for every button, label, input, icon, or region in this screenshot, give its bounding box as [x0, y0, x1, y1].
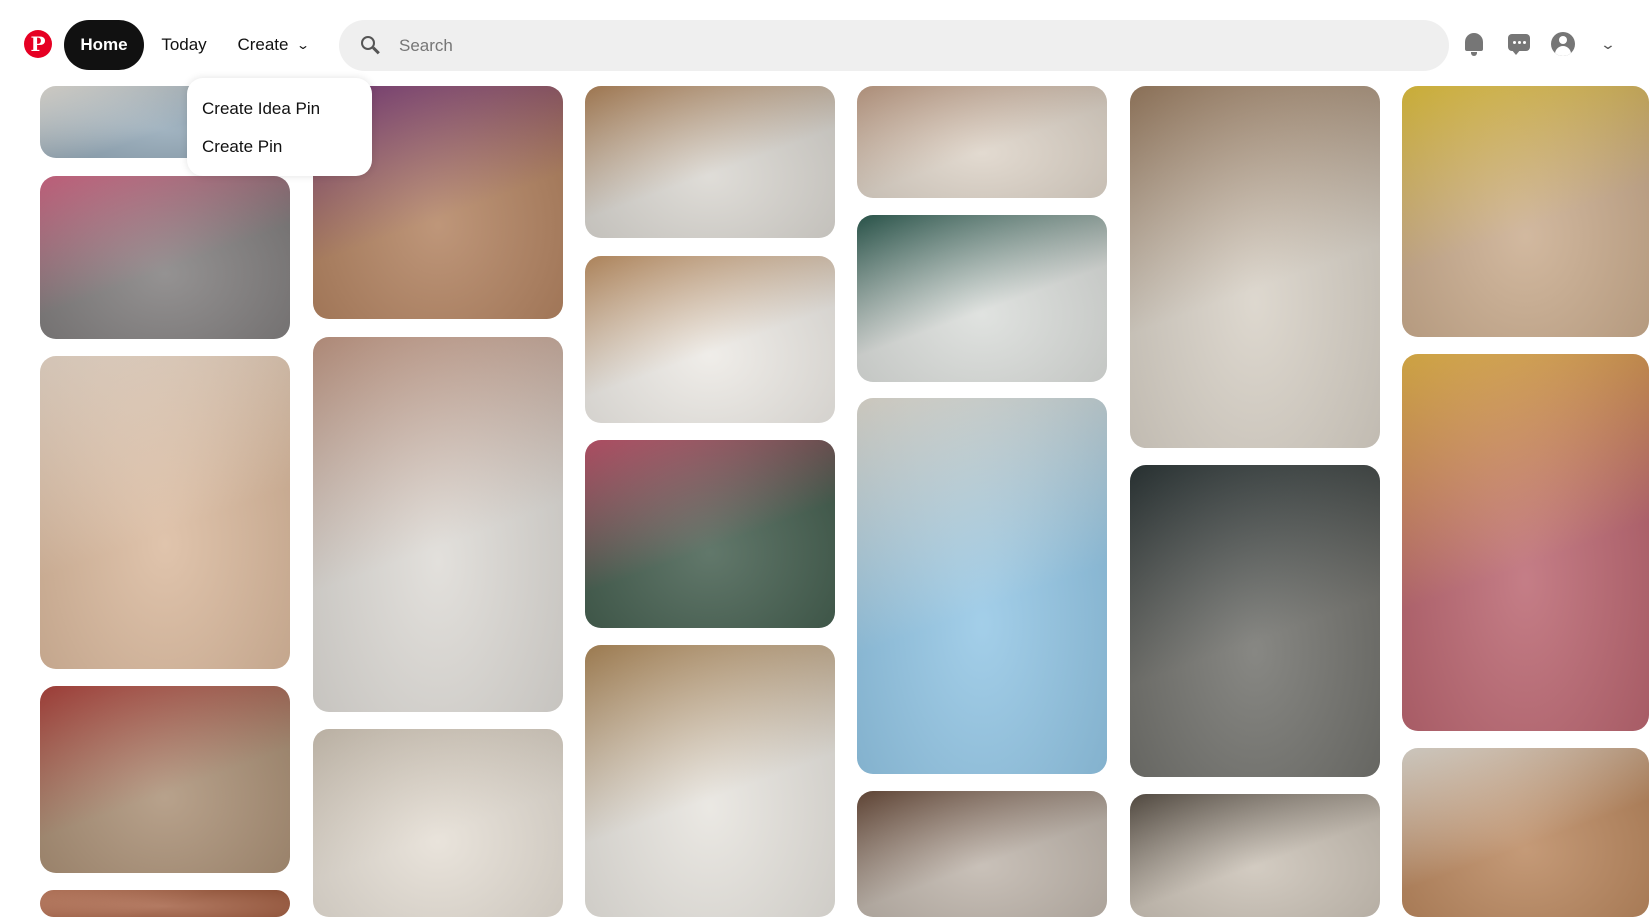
pin-image [40, 890, 290, 917]
pin-image [1402, 354, 1649, 731]
pin-card[interactable] [585, 440, 835, 628]
nav-today-button[interactable]: Today [150, 20, 218, 70]
pin-image [1130, 86, 1380, 448]
pin-image [40, 686, 290, 873]
pin-image [1402, 86, 1649, 337]
pin-card[interactable] [1402, 354, 1649, 731]
pin-card[interactable] [40, 176, 290, 339]
pin-card[interactable] [1130, 86, 1380, 448]
pin-card[interactable] [857, 215, 1107, 382]
pin-card[interactable] [1402, 748, 1649, 917]
pinterest-logo-icon[interactable]: P [24, 30, 52, 58]
nav-create-label: Create [237, 35, 289, 54]
pin-card[interactable] [40, 356, 290, 669]
pin-card[interactable] [1402, 86, 1649, 337]
pin-card[interactable] [313, 337, 563, 712]
messages-icon[interactable] [1505, 30, 1533, 58]
search-icon [361, 35, 381, 56]
pin-image [857, 398, 1107, 774]
pin-image [313, 337, 563, 712]
pin-image [40, 176, 290, 339]
pin-image [313, 729, 563, 917]
pin-card[interactable] [857, 398, 1107, 774]
nav-create-button[interactable]: Create ⌄ [226, 20, 320, 70]
pin-image [1402, 748, 1649, 917]
pin-card[interactable] [1130, 465, 1380, 777]
search-bar[interactable] [339, 20, 1449, 71]
pin-image [585, 645, 835, 917]
menu-item-create-pin[interactable]: Create Pin [187, 128, 372, 166]
pin-card[interactable] [585, 256, 835, 423]
bell-icon[interactable] [1460, 30, 1488, 58]
account-chevron-down-icon[interactable]: ⌄ [1588, 30, 1627, 58]
pin-image [1130, 794, 1380, 917]
pin-card[interactable] [40, 686, 290, 873]
chevron-down-icon: ⌄ [296, 38, 311, 52]
top-nav-bar: P Home Today Create ⌄ ⌄ [0, 0, 1649, 84]
pin-card[interactable] [313, 729, 563, 917]
pin-card[interactable] [585, 86, 835, 238]
create-dropdown-menu: Create Idea Pin Create Pin [187, 78, 372, 176]
pin-card[interactable] [1130, 794, 1380, 917]
pin-image [585, 440, 835, 628]
pin-image [40, 356, 290, 669]
pin-image [585, 86, 835, 238]
search-input[interactable] [399, 35, 1399, 56]
pin-image [857, 791, 1107, 917]
pin-image [857, 215, 1107, 382]
profile-icon[interactable] [1549, 30, 1577, 58]
nav-home-button[interactable]: Home [64, 20, 144, 70]
pin-card[interactable] [857, 86, 1107, 198]
menu-item-create-idea-pin[interactable]: Create Idea Pin [187, 90, 372, 128]
pin-image [857, 86, 1107, 198]
pin-card[interactable] [857, 791, 1107, 917]
pin-image [1130, 465, 1380, 777]
pin-card[interactable] [585, 645, 835, 917]
pin-card[interactable] [40, 890, 290, 917]
pin-image [585, 256, 835, 423]
